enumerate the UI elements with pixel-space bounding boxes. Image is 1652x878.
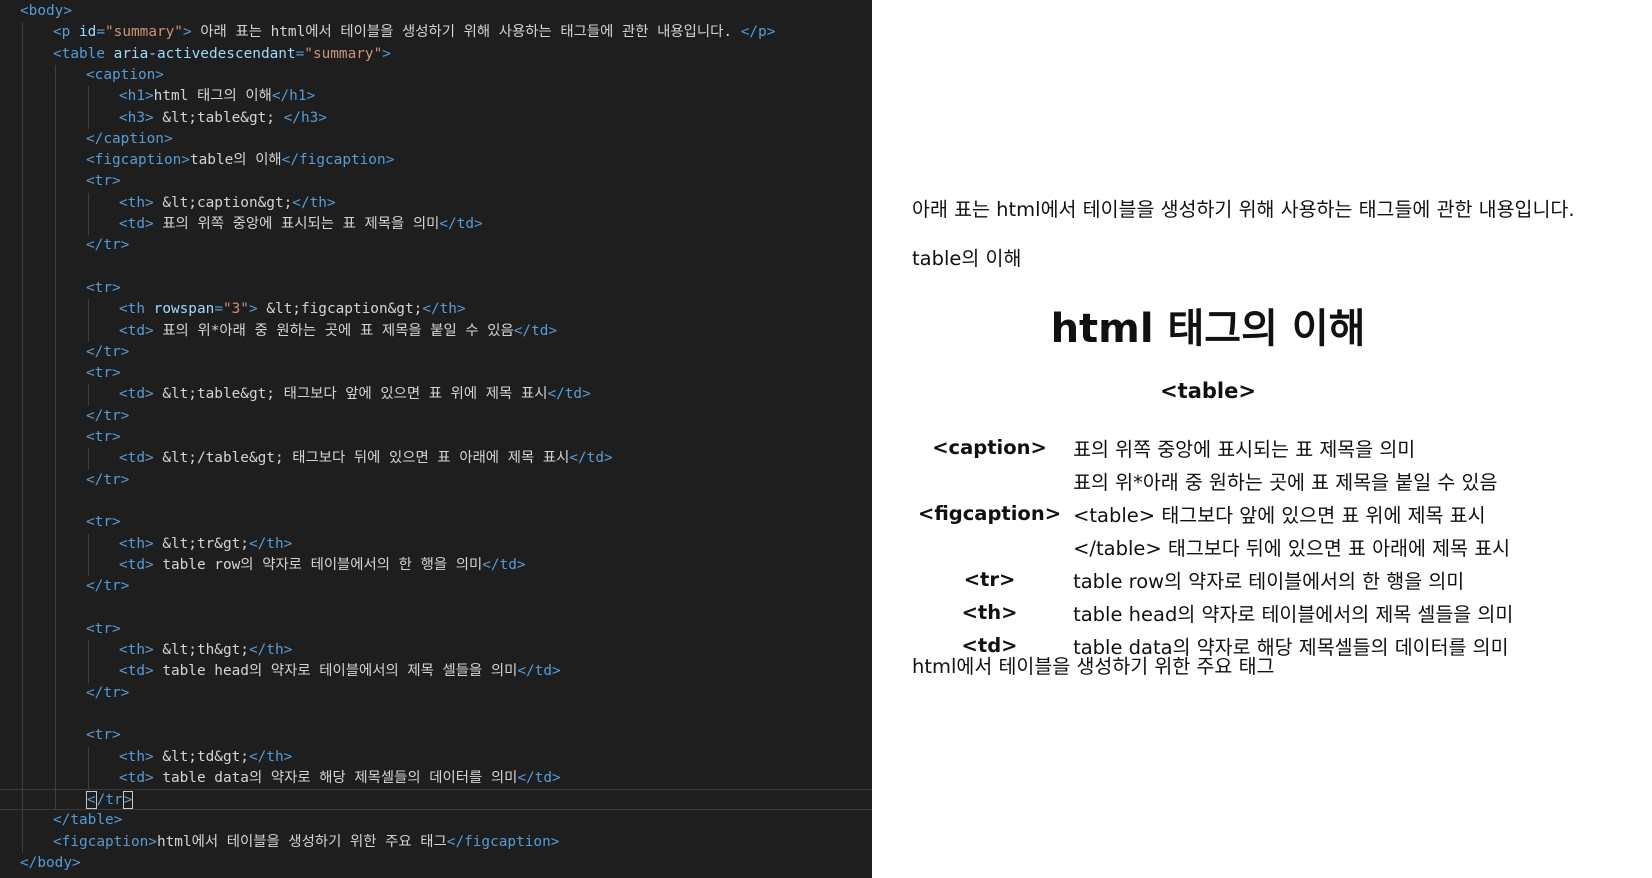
code-line[interactable]: </tr> <box>0 683 872 704</box>
code-line[interactable]: <table aria-activedescendant="summary"> <box>0 44 872 65</box>
caption-heading: html 태그의 이해 <box>1050 306 1366 352</box>
code-line[interactable]: <th rowspan="3"> &lt;figcaption&gt;</th> <box>0 299 872 320</box>
code-line[interactable]: <td> &lt;/table&gt; 태그보다 뒤에 있으면 표 아래에 제목… <box>0 448 872 469</box>
code-line[interactable]: <th> &lt;tr&gt;</th> <box>0 534 872 555</box>
code-line[interactable]: <tr> <box>0 512 872 533</box>
row-cell: </table> 태그보다 뒤에 있으면 표 아래에 제목 표시 <box>1073 537 1511 560</box>
code-line[interactable]: <figcaption>html에서 테이블을 생성하기 위한 주요 태그</f… <box>0 832 872 853</box>
code-line[interactable]: </table> <box>0 810 872 831</box>
code-line[interactable]: <h3> &lt;table&gt; </h3> <box>0 108 872 129</box>
code-line[interactable]: <th> &lt;td&gt;</th> <box>0 747 872 768</box>
code-line[interactable] <box>0 257 872 278</box>
code-line[interactable]: </tr> <box>0 789 872 811</box>
table-row: <caption> 표의 위쪽 중앙에 표시되는 표 제목을 의미 <box>914 432 1515 463</box>
tag-table: <caption> 표의 위쪽 중앙에 표시되는 표 제목을 의미 <figca… <box>912 430 1517 663</box>
code-line[interactable]: <h1>html 태그의 이해</h1> <box>0 86 872 107</box>
code-line[interactable] <box>0 704 872 725</box>
code-line[interactable]: </caption> <box>0 129 872 150</box>
figcaption-bottom: html에서 테이블을 생성하기 위한 주요 태그 <box>912 655 1275 678</box>
code-line[interactable]: <td> table head의 약자로 테이블에서의 제목 셀들을 의미</t… <box>0 661 872 682</box>
row-header: <figcaption> <box>918 502 1062 525</box>
code-line[interactable]: <tr> <box>0 427 872 448</box>
code-line[interactable]: </body> <box>0 853 872 874</box>
indent-guide <box>88 640 89 683</box>
code-line[interactable]: <tr> <box>0 278 872 299</box>
browser-preview: 아래 표는 html에서 테이블을 생성하기 위해 사용하는 태그들에 관한 내… <box>872 0 1652 878</box>
code-line[interactable]: <tr> <box>0 171 872 192</box>
row-header: <caption> <box>932 436 1047 459</box>
code-line[interactable]: </tr> <box>0 406 872 427</box>
code-line[interactable]: <td> 표의 위*아래 중 원하는 곳에 표 제목을 붙일 수 있음</td> <box>0 321 872 342</box>
indent-guide <box>88 299 89 342</box>
row-cell: table row의 약자로 테이블에서의 한 행을 의미 <box>1073 570 1465 593</box>
indent-guide <box>55 64 56 811</box>
indent-guide <box>88 86 89 129</box>
figcaption-top: table의 이해 <box>912 247 1022 270</box>
code-line[interactable] <box>0 597 872 618</box>
code-editor[interactable]: <body> <p id="summary"> 아래 표는 html에서 테이블을… <box>0 0 872 878</box>
table-row: <th> table head의 약자로 테이블에서의 제목 셀들을 의미 <box>914 597 1515 628</box>
code-line[interactable]: <td> &lt;table&gt; 태그보다 앞에 있으면 표 위에 제목 표… <box>0 384 872 405</box>
row-cell: <table> 태그보다 앞에 있으면 표 위에 제목 표시 <box>1073 504 1486 527</box>
indent-guide <box>88 746 89 790</box>
caption-subheading: <table> <box>1160 379 1256 403</box>
indent-guide <box>88 533 89 577</box>
code-line[interactable]: </tr> <box>0 576 872 597</box>
code-line[interactable]: <tr> <box>0 725 872 746</box>
code-line[interactable]: <td> table data의 약자로 해당 제목셀들의 데이터를 의미</t… <box>0 768 872 789</box>
code-line[interactable]: </tr> <box>0 235 872 256</box>
code-line[interactable]: <td> 표의 위쪽 중앙에 표시되는 표 제목을 의미</td> <box>0 214 872 235</box>
code-line[interactable]: </tr> <box>0 470 872 491</box>
indent-guide <box>22 22 23 853</box>
code-line[interactable] <box>0 491 872 512</box>
row-cell: 표의 위*아래 중 원하는 곳에 표 제목을 붙일 수 있음 <box>1073 471 1498 494</box>
screenshot: <body> <p id="summary"> 아래 표는 html에서 테이블을… <box>0 0 1652 878</box>
code-line[interactable]: <tr> <box>0 363 872 384</box>
summary-paragraph: 아래 표는 html에서 테이블을 생성하기 위해 사용하는 태그들에 관한 내… <box>912 198 1575 221</box>
code-line[interactable]: <body> <box>0 1 872 22</box>
indent-guide <box>88 448 89 470</box>
table-row: <tr> table row의 약자로 테이블에서의 한 행을 의미 <box>914 564 1515 595</box>
indent-guide <box>88 384 89 406</box>
indent-guide <box>88 192 89 236</box>
code-line[interactable]: <figcaption>table의 이해</figcaption> <box>0 150 872 171</box>
row-cell: 표의 위쪽 중앙에 표시되는 표 제목을 의미 <box>1073 438 1416 461</box>
code-line[interactable]: </tr> <box>0 342 872 363</box>
code-line[interactable]: <caption> <box>0 65 872 86</box>
code-line[interactable]: <tr> <box>0 619 872 640</box>
code-line[interactable]: <th> &lt;caption&gt;</th> <box>0 193 872 214</box>
code-line[interactable]: <th> &lt;th&gt;</th> <box>0 640 872 661</box>
row-header: <th> <box>961 601 1018 624</box>
code-line[interactable]: <p id="summary"> 아래 표는 html에서 테이블을 생성하기 … <box>0 22 872 43</box>
row-header: <tr> <box>963 568 1016 591</box>
table-row: <figcaption> 표의 위*아래 중 원하는 곳에 표 제목을 붙일 수… <box>914 465 1515 525</box>
code-line[interactable]: <td> table row의 약자로 테이블에서의 한 행을 의미</td> <box>0 555 872 576</box>
row-cell: table head의 약자로 테이블에서의 제목 셀들을 의미 <box>1073 603 1514 626</box>
